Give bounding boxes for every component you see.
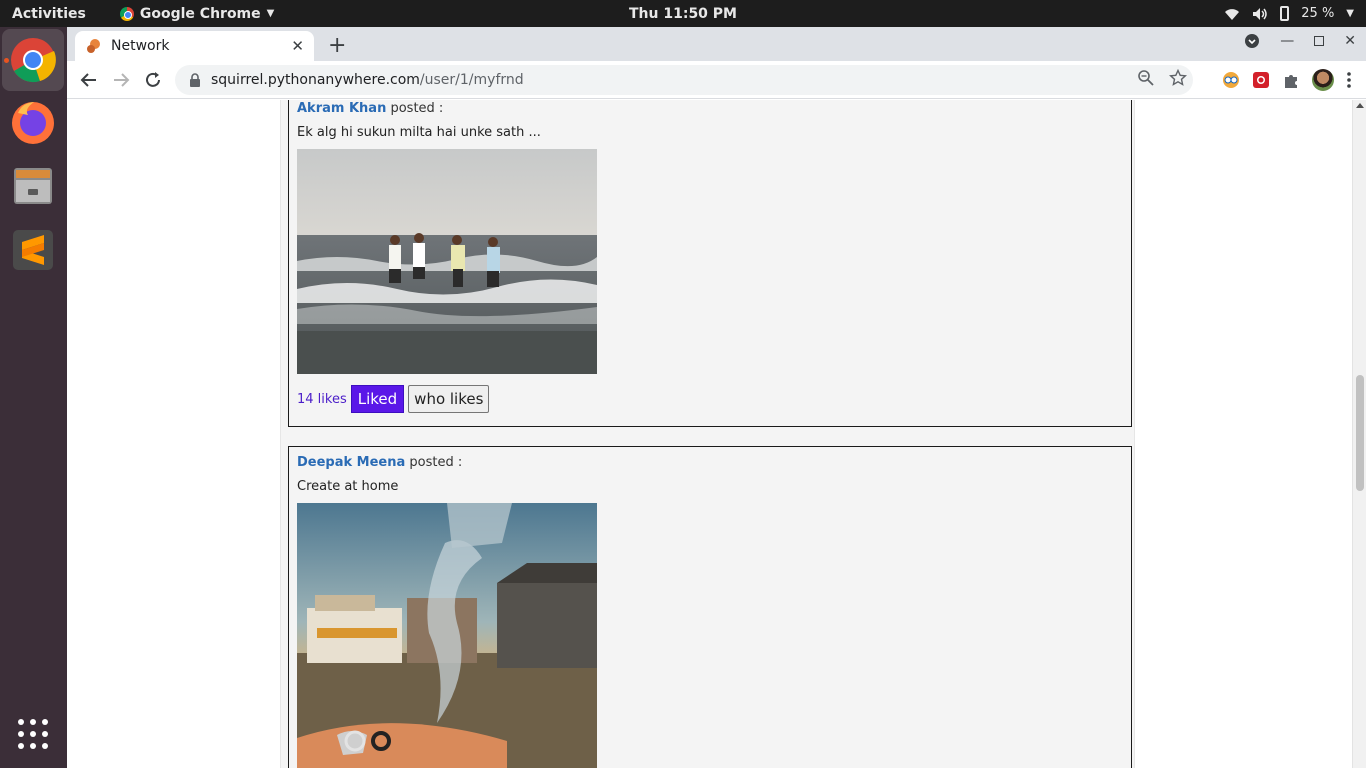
post-card: Akram Khan posted : Ek alg hi sukun milt… xyxy=(288,100,1132,427)
app-grid-icon xyxy=(18,719,48,749)
likes-count: 14 likes xyxy=(297,391,347,407)
arrow-left-icon xyxy=(80,73,96,87)
tab-search-icon[interactable] xyxy=(1244,33,1260,49)
feed-column: Akram Khan posted : Ek alg hi sukun milt… xyxy=(280,100,1135,768)
battery-icon xyxy=(1280,6,1290,21)
post-header: Deepak Meena posted : xyxy=(297,455,1123,470)
zoom-icon[interactable] xyxy=(1137,69,1155,87)
posted-label: posted : xyxy=(409,455,463,470)
post-photo-water-splash xyxy=(297,503,597,768)
tab-title: Network xyxy=(111,38,170,54)
extensions-area xyxy=(1222,69,1352,91)
system-status-area[interactable]: 25 % ▼ xyxy=(1224,6,1354,21)
page-scrollbar[interactable] xyxy=(1352,100,1366,768)
chevron-down-icon: ▼ xyxy=(266,8,275,19)
restore-icon[interactable] xyxy=(1314,36,1325,46)
firefox-icon xyxy=(12,102,54,144)
post-author-link[interactable]: Deepak Meena xyxy=(297,455,405,470)
more-vert-icon[interactable] xyxy=(1346,71,1352,89)
post-card: Deepak Meena posted : Create at home xyxy=(288,446,1132,768)
files-icon xyxy=(14,168,52,204)
dock-sublime[interactable] xyxy=(2,219,64,281)
page-viewport: Akram Khan posted : Ek alg hi sukun milt… xyxy=(67,100,1352,768)
url-host: squirrel.pythonanywhere.com xyxy=(211,72,420,88)
browser-toolbar: squirrel.pythonanywhere.com/user/1/myfrn… xyxy=(67,61,1366,99)
lock-icon[interactable] xyxy=(189,73,201,87)
minimize-icon[interactable]: — xyxy=(1280,33,1294,49)
post-caption: Create at home xyxy=(297,479,399,494)
dock-show-apps[interactable] xyxy=(2,703,64,765)
liked-button[interactable]: Liked xyxy=(350,385,405,413)
scrollbar-thumb[interactable] xyxy=(1356,375,1364,491)
post-header: Akram Khan posted : xyxy=(297,101,1123,116)
dock-chrome[interactable] xyxy=(2,29,64,91)
running-indicator xyxy=(4,58,9,63)
app-menu[interactable]: Google Chrome ▼ xyxy=(119,5,275,22)
likes-row: 14 likes Liked who likes xyxy=(297,385,1123,413)
tab-strip: Network ✕ + — ✕ xyxy=(67,27,1366,61)
battery-percent: 25 % xyxy=(1301,6,1335,21)
post-author-link[interactable]: Akram Khan xyxy=(297,101,386,116)
chrome-icon xyxy=(11,38,56,83)
system-top-bar: Activities Google Chrome ▼ Thu 11:50 PM … xyxy=(0,0,1366,27)
chevron-down-icon: ▼ xyxy=(1346,8,1354,19)
who-likes-button[interactable]: who likes xyxy=(408,385,490,413)
puzzle-icon[interactable] xyxy=(1282,71,1300,89)
dock-firefox[interactable] xyxy=(2,91,64,153)
back-button[interactable] xyxy=(77,68,101,92)
address-bar[interactable]: squirrel.pythonanywhere.com/user/1/myfrn… xyxy=(175,65,1193,95)
volume-icon xyxy=(1253,7,1268,20)
arrow-right-icon xyxy=(114,73,130,87)
sublime-text-icon xyxy=(13,230,53,270)
window-controls: — ✕ xyxy=(1244,33,1356,49)
avatar[interactable] xyxy=(1312,69,1334,91)
close-icon[interactable]: ✕ xyxy=(291,37,304,55)
dock xyxy=(0,27,67,768)
squirrel-favicon-icon xyxy=(87,39,100,53)
reload-button[interactable] xyxy=(141,68,165,92)
wifi-icon xyxy=(1225,8,1240,20)
bookmark-star-icon[interactable] xyxy=(1169,69,1187,87)
chrome-icon xyxy=(119,6,134,21)
reload-icon xyxy=(146,72,160,87)
forward-button[interactable] xyxy=(109,68,133,92)
extension-record-icon[interactable] xyxy=(1252,71,1270,89)
dock-files[interactable] xyxy=(2,155,64,217)
posted-label: posted : xyxy=(390,101,444,116)
extension-eyes-icon[interactable] xyxy=(1222,71,1240,89)
tab-network[interactable]: Network ✕ xyxy=(75,31,314,61)
app-menu-label: Google Chrome xyxy=(139,5,261,22)
post-caption: Ek alg hi sukun milta hai unke sath ... xyxy=(297,125,541,140)
close-window-icon[interactable]: ✕ xyxy=(1344,33,1356,49)
url-path: /user/1/myfrnd xyxy=(419,72,524,88)
new-tab-button[interactable]: + xyxy=(328,33,346,58)
scroll-up-icon[interactable] xyxy=(1356,103,1364,108)
activities-button[interactable]: Activities xyxy=(0,6,98,22)
post-photo-beach xyxy=(297,149,597,374)
